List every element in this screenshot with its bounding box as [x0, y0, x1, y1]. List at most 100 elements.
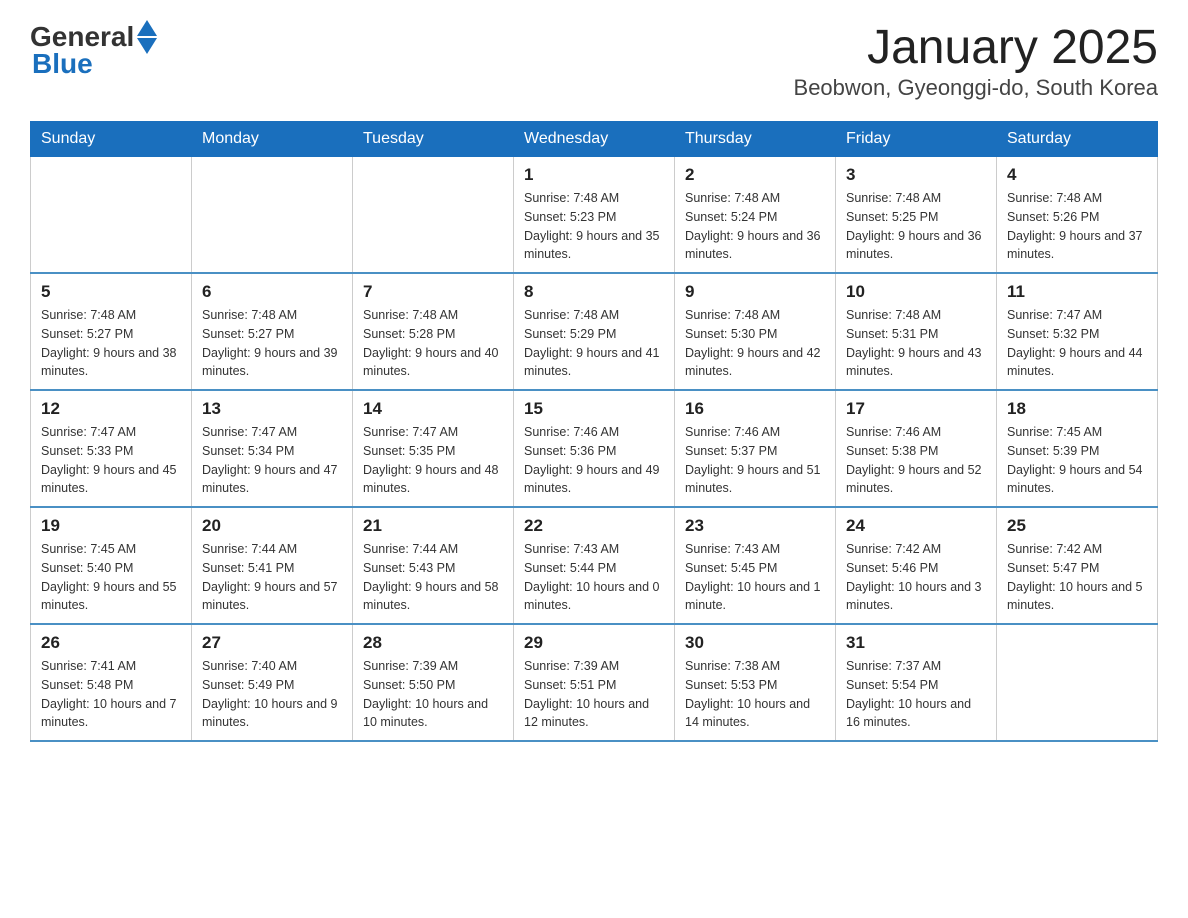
calendar-cell: 1Sunrise: 7:48 AM Sunset: 5:23 PM Daylig… [514, 157, 675, 274]
calendar-cell: 12 Sunrise: 7:47 AM Sunset: 5:33 PM Dayli… [31, 390, 192, 507]
calendar-cell: 29 Sunrise: 7:39 AM Sunset: 5:51 PM Dayli… [514, 624, 675, 741]
day-info: Sunrise: 7:45 AM Sunset: 5:40 PM Dayligh… [41, 540, 181, 615]
logo-blue: Blue [32, 48, 93, 80]
day-number: 27 [202, 633, 342, 653]
calendar-cell: 26 Sunrise: 7:41 AM Sunset: 5:48 PM Dayli… [31, 624, 192, 741]
day-info: Sunrise: 7:47 AM Sunset: 5:32 PM Dayligh… [1007, 306, 1147, 381]
weekday-header: Friday [836, 122, 997, 157]
day-number: 21 [363, 516, 503, 536]
day-info: Sunrise: 7:48 AM Sunset: 5:23 PM Dayligh… [524, 189, 664, 264]
calendar-row: 12 Sunrise: 7:47 AM Sunset: 5:33 PM Dayli… [31, 390, 1158, 507]
weekday-header: Wednesday [514, 122, 675, 157]
calendar-cell: 21 Sunrise: 7:44 AM Sunset: 5:43 PM Dayli… [353, 507, 514, 624]
day-info: Sunrise: 7:38 AM Sunset: 5:53 PM Dayligh… [685, 657, 825, 732]
weekday-header: Monday [192, 122, 353, 157]
weekday-header: Thursday [675, 122, 836, 157]
day-number: 19 [41, 516, 181, 536]
day-number: 16 [685, 399, 825, 419]
day-info: Sunrise: 7:45 AM Sunset: 5:39 PM Dayligh… [1007, 423, 1147, 498]
calendar-cell [353, 157, 514, 274]
day-info: Sunrise: 7:47 AM Sunset: 5:35 PM Dayligh… [363, 423, 503, 498]
day-info: Sunrise: 7:48 AM Sunset: 5:25 PM Dayligh… [846, 189, 986, 264]
calendar-cell [997, 624, 1158, 741]
day-info: Sunrise: 7:48 AM Sunset: 5:24 PM Dayligh… [685, 189, 825, 264]
day-number: 11 [1007, 282, 1147, 302]
calendar-subtitle: Beobwon, Gyeonggi-do, South Korea [794, 75, 1158, 101]
calendar-row: 26 Sunrise: 7:41 AM Sunset: 5:48 PM Dayli… [31, 624, 1158, 741]
day-info: Sunrise: 7:46 AM Sunset: 5:36 PM Dayligh… [524, 423, 664, 498]
calendar-cell: 13 Sunrise: 7:47 AM Sunset: 5:34 PM Dayli… [192, 390, 353, 507]
calendar-cell: 24 Sunrise: 7:42 AM Sunset: 5:46 PM Dayli… [836, 507, 997, 624]
day-info: Sunrise: 7:41 AM Sunset: 5:48 PM Dayligh… [41, 657, 181, 732]
day-info: Sunrise: 7:46 AM Sunset: 5:38 PM Dayligh… [846, 423, 986, 498]
calendar-cell: 30 Sunrise: 7:38 AM Sunset: 5:53 PM Dayli… [675, 624, 836, 741]
day-number: 29 [524, 633, 664, 653]
calendar-table: SundayMondayTuesdayWednesdayThursdayFrid… [30, 121, 1158, 742]
day-number: 10 [846, 282, 986, 302]
day-number: 25 [1007, 516, 1147, 536]
calendar-header: SundayMondayTuesdayWednesdayThursdayFrid… [31, 122, 1158, 157]
calendar-cell: 11 Sunrise: 7:47 AM Sunset: 5:32 PM Dayli… [997, 273, 1158, 390]
calendar-cell: 6 Sunrise: 7:48 AM Sunset: 5:27 PM Daylig… [192, 273, 353, 390]
day-info: Sunrise: 7:47 AM Sunset: 5:33 PM Dayligh… [41, 423, 181, 498]
day-number: 24 [846, 516, 986, 536]
day-number: 31 [846, 633, 986, 653]
calendar-cell: 17 Sunrise: 7:46 AM Sunset: 5:38 PM Dayli… [836, 390, 997, 507]
calendar-cell: 7Sunrise: 7:48 AM Sunset: 5:28 PM Daylig… [353, 273, 514, 390]
day-info: Sunrise: 7:48 AM Sunset: 5:27 PM Dayligh… [202, 306, 342, 381]
day-info: Sunrise: 7:42 AM Sunset: 5:46 PM Dayligh… [846, 540, 986, 615]
day-info: Sunrise: 7:39 AM Sunset: 5:51 PM Dayligh… [524, 657, 664, 732]
day-info: Sunrise: 7:37 AM Sunset: 5:54 PM Dayligh… [846, 657, 986, 732]
calendar-cell: 14Sunrise: 7:47 AM Sunset: 5:35 PM Dayli… [353, 390, 514, 507]
title-area: January 2025 Beobwon, Gyeonggi-do, South… [794, 20, 1158, 101]
day-info: Sunrise: 7:48 AM Sunset: 5:26 PM Dayligh… [1007, 189, 1147, 264]
day-number: 23 [685, 516, 825, 536]
day-number: 3 [846, 165, 986, 185]
day-number: 18 [1007, 399, 1147, 419]
calendar-cell: 18 Sunrise: 7:45 AM Sunset: 5:39 PM Dayli… [997, 390, 1158, 507]
logo: General Blue [30, 20, 157, 80]
day-number: 7 [363, 282, 503, 302]
weekday-header: Saturday [997, 122, 1158, 157]
calendar-cell: 25 Sunrise: 7:42 AM Sunset: 5:47 PM Dayli… [997, 507, 1158, 624]
calendar-cell: 16Sunrise: 7:46 AM Sunset: 5:37 PM Dayli… [675, 390, 836, 507]
day-info: Sunrise: 7:44 AM Sunset: 5:41 PM Dayligh… [202, 540, 342, 615]
calendar-cell: 19 Sunrise: 7:45 AM Sunset: 5:40 PM Dayli… [31, 507, 192, 624]
day-info: Sunrise: 7:48 AM Sunset: 5:30 PM Dayligh… [685, 306, 825, 381]
day-info: Sunrise: 7:43 AM Sunset: 5:44 PM Dayligh… [524, 540, 664, 615]
day-number: 9 [685, 282, 825, 302]
calendar-cell [31, 157, 192, 274]
day-number: 15 [524, 399, 664, 419]
day-info: Sunrise: 7:40 AM Sunset: 5:49 PM Dayligh… [202, 657, 342, 732]
day-info: Sunrise: 7:42 AM Sunset: 5:47 PM Dayligh… [1007, 540, 1147, 615]
calendar-title: January 2025 [794, 20, 1158, 75]
calendar-cell: 4Sunrise: 7:48 AM Sunset: 5:26 PM Daylig… [997, 157, 1158, 274]
day-info: Sunrise: 7:47 AM Sunset: 5:34 PM Dayligh… [202, 423, 342, 498]
day-number: 12 [41, 399, 181, 419]
day-number: 22 [524, 516, 664, 536]
calendar-cell: 22 Sunrise: 7:43 AM Sunset: 5:44 PM Dayli… [514, 507, 675, 624]
day-info: Sunrise: 7:48 AM Sunset: 5:27 PM Dayligh… [41, 306, 181, 381]
weekday-header: Tuesday [353, 122, 514, 157]
calendar-cell: 2Sunrise: 7:48 AM Sunset: 5:24 PM Daylig… [675, 157, 836, 274]
calendar-cell: 15 Sunrise: 7:46 AM Sunset: 5:36 PM Dayli… [514, 390, 675, 507]
day-number: 6 [202, 282, 342, 302]
day-info: Sunrise: 7:48 AM Sunset: 5:29 PM Dayligh… [524, 306, 664, 381]
day-number: 5 [41, 282, 181, 302]
day-number: 30 [685, 633, 825, 653]
calendar-row: 19 Sunrise: 7:45 AM Sunset: 5:40 PM Dayli… [31, 507, 1158, 624]
calendar-cell: 9 Sunrise: 7:48 AM Sunset: 5:30 PM Daylig… [675, 273, 836, 390]
calendar-body: 1Sunrise: 7:48 AM Sunset: 5:23 PM Daylig… [31, 157, 1158, 742]
calendar-cell: 27 Sunrise: 7:40 AM Sunset: 5:49 PM Dayli… [192, 624, 353, 741]
day-number: 17 [846, 399, 986, 419]
calendar-cell: 23 Sunrise: 7:43 AM Sunset: 5:45 PM Dayli… [675, 507, 836, 624]
day-number: 13 [202, 399, 342, 419]
day-number: 26 [41, 633, 181, 653]
calendar-cell: 28Sunrise: 7:39 AM Sunset: 5:50 PM Dayli… [353, 624, 514, 741]
day-info: Sunrise: 7:43 AM Sunset: 5:45 PM Dayligh… [685, 540, 825, 615]
calendar-cell: 20 Sunrise: 7:44 AM Sunset: 5:41 PM Dayli… [192, 507, 353, 624]
day-number: 20 [202, 516, 342, 536]
page-header: General Blue January 2025 Beobwon, Gyeon… [30, 20, 1158, 101]
calendar-row: 1Sunrise: 7:48 AM Sunset: 5:23 PM Daylig… [31, 157, 1158, 274]
day-info: Sunrise: 7:44 AM Sunset: 5:43 PM Dayligh… [363, 540, 503, 615]
